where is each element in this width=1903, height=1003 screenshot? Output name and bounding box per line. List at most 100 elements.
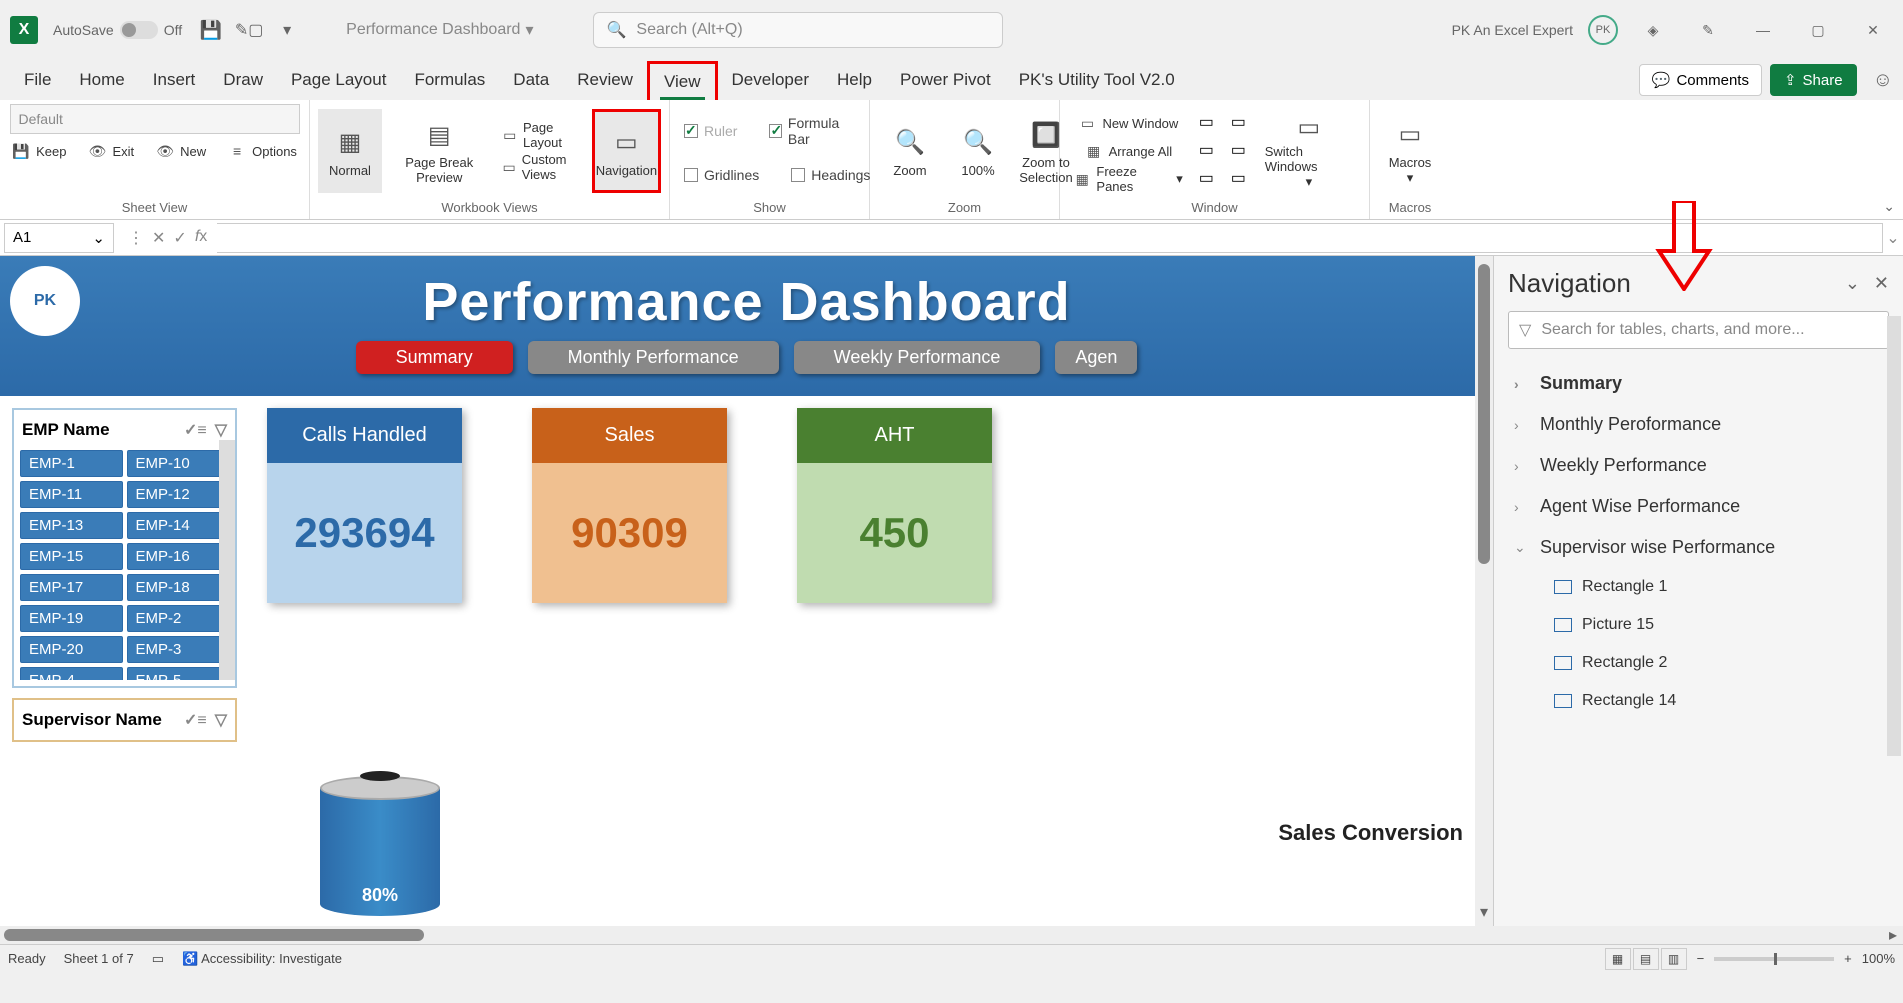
unhide-icon[interactable]: ▭ <box>1199 168 1221 190</box>
custom-views-button[interactable]: ▭Custom Views <box>496 154 587 180</box>
options-button[interactable]: ≡Options <box>222 138 303 164</box>
multi-select-icon[interactable]: ✓≡ <box>184 420 207 440</box>
horizontal-scrollbar[interactable]: ▸ <box>0 926 1903 944</box>
tab-view[interactable]: View <box>647 61 718 100</box>
save-icon[interactable]: 💾 <box>197 16 225 44</box>
zoom-in-icon[interactable]: + <box>1844 951 1852 966</box>
slicer-item[interactable]: EMP-1 <box>20 450 123 477</box>
status-record-icon[interactable]: ▭ <box>152 951 164 967</box>
enter-icon[interactable]: ✓ <box>173 228 186 248</box>
slicer-item[interactable]: EMP-4 <box>20 667 123 680</box>
ruler-checkbox[interactable]: Ruler <box>678 112 743 150</box>
page-layout-button[interactable]: ▭Page Layout <box>496 122 587 148</box>
share-button[interactable]: ⇪ Share <box>1770 64 1857 96</box>
nav-tree-item[interactable]: ›Monthly Peroformance <box>1508 404 1889 445</box>
normal-button[interactable]: ▦Normal <box>318 109 382 193</box>
slicer-item[interactable]: EMP-12 <box>127 481 230 508</box>
tab-data[interactable]: Data <box>499 62 563 98</box>
nav-search-input[interactable]: ▽ Search for tables, charts, and more... <box>1508 311 1889 349</box>
arrange-all-button[interactable]: ▦Arrange All <box>1068 138 1189 164</box>
nav-tree-item[interactable]: ⌄Supervisor wise Performance <box>1508 527 1889 568</box>
reset-pos-icon[interactable]: ▭ <box>1231 168 1253 190</box>
zoom-button[interactable]: 🔍Zoom <box>878 109 942 193</box>
fx-icon[interactable]: fx <box>195 228 207 248</box>
page-break-button[interactable]: ▤Page Break Preview <box>386 109 492 193</box>
qat-button[interactable]: ✎▢ <box>235 16 263 44</box>
zoom-level[interactable]: 100% <box>1862 951 1895 966</box>
slicer-item[interactable]: EMP-11 <box>20 481 123 508</box>
exit-button[interactable]: 👁Exit <box>82 138 140 164</box>
slicer-emp-name[interactable]: EMP Name ✓≡▽ EMP-1EMP-10EMP-11EMP-12EMP-… <box>12 408 237 688</box>
toggle-switch[interactable] <box>120 21 158 39</box>
tab-help[interactable]: Help <box>823 62 886 98</box>
slicer-item[interactable]: EMP-5 <box>127 667 230 680</box>
slicer-scrollbar[interactable] <box>219 440 235 680</box>
sheet-view-select[interactable] <box>10 104 300 134</box>
freeze-panes-button[interactable]: ▦Freeze Panes ▾ <box>1068 166 1189 192</box>
macros-button[interactable]: ▭Macros ▾ <box>1378 109 1442 193</box>
minimize-button[interactable]: — <box>1743 15 1783 45</box>
maximize-button[interactable]: ▢ <box>1798 15 1838 45</box>
tab-page-layout[interactable]: Page Layout <box>277 62 400 98</box>
headings-checkbox[interactable]: Headings <box>785 164 876 186</box>
gridlines-checkbox[interactable]: Gridlines <box>678 164 765 186</box>
new-button[interactable]: 👁New <box>150 138 212 164</box>
clear-filter-icon[interactable]: ▽ <box>215 420 227 440</box>
slicer-item[interactable]: EMP-16 <box>127 543 230 570</box>
zoom-slider[interactable] <box>1714 957 1834 961</box>
slicer-item[interactable]: EMP-19 <box>20 605 123 632</box>
slicer-item[interactable]: EMP-15 <box>20 543 123 570</box>
nav-pane-scrollbar[interactable] <box>1887 316 1901 756</box>
zoom-100-button[interactable]: 🔍100% <box>946 109 1010 193</box>
pen-icon[interactable]: ✎ <box>1688 15 1728 45</box>
view-side-icon[interactable]: ▭ <box>1231 112 1253 134</box>
nav-tree-item[interactable]: ›Summary <box>1508 363 1889 404</box>
slicer-supervisor[interactable]: Supervisor Name ✓≡▽ <box>12 698 237 742</box>
tab-review[interactable]: Review <box>563 62 647 98</box>
slicer-item[interactable]: EMP-20 <box>20 636 123 663</box>
formula-expand-icon[interactable]: ⌄ <box>1883 228 1903 248</box>
nav-tree-sub-item[interactable]: Rectangle 1 <box>1548 568 1889 606</box>
tab-home[interactable]: Home <box>65 62 138 98</box>
nav-tree-sub-item[interactable]: Rectangle 2 <box>1548 644 1889 682</box>
zoom-out-icon[interactable]: − <box>1697 951 1705 966</box>
keep-button[interactable]: 💾Keep <box>6 138 72 164</box>
nav-tree-item[interactable]: ›Weekly Performance <box>1508 445 1889 486</box>
nav-dropdown-icon[interactable]: ⌄ <box>1845 273 1860 294</box>
slicer-item[interactable]: EMP-3 <box>127 636 230 663</box>
split-icon[interactable]: ▭ <box>1199 112 1221 134</box>
slicer-item[interactable]: EMP-10 <box>127 450 230 477</box>
feedback-icon[interactable]: ☺ <box>1873 69 1893 92</box>
nav-tree-item[interactable]: ›Agent Wise Performance <box>1508 486 1889 527</box>
slicer-item[interactable]: EMP-14 <box>127 512 230 539</box>
nav-close-icon[interactable]: ✕ <box>1874 273 1889 294</box>
tab-insert[interactable]: Insert <box>139 62 210 98</box>
search-input[interactable]: 🔍 Search (Alt+Q) <box>593 12 1003 48</box>
formula-bar-checkbox[interactable]: Formula Bar <box>763 112 861 150</box>
name-box[interactable]: A1⌄ <box>4 223 114 253</box>
autosave-toggle[interactable]: AutoSave Off <box>53 21 182 39</box>
nav-tree-sub-item[interactable]: Picture 15 <box>1548 606 1889 644</box>
qat-dropdown-icon[interactable]: ▾ <box>273 16 301 44</box>
tab-utility[interactable]: PK's Utility Tool V2.0 <box>1005 62 1189 98</box>
multi-select-icon[interactable]: ✓≡ <box>184 710 207 730</box>
slicer-item[interactable]: EMP-18 <box>127 574 230 601</box>
navigation-button[interactable]: ▭Navigation <box>592 109 661 193</box>
new-window-button[interactable]: ▭New Window <box>1068 110 1189 136</box>
slicer-item[interactable]: EMP-17 <box>20 574 123 601</box>
tab-draw[interactable]: Draw <box>209 62 277 98</box>
normal-view-icon[interactable]: ▦ <box>1605 948 1631 970</box>
tab-file[interactable]: File <box>10 62 65 98</box>
tab-power-pivot[interactable]: Power Pivot <box>886 62 1005 98</box>
sync-scroll-icon[interactable]: ▭ <box>1231 140 1253 162</box>
slicer-item[interactable]: EMP-13 <box>20 512 123 539</box>
page-layout-view-icon[interactable]: ▤ <box>1633 948 1659 970</box>
clear-filter-icon[interactable]: ▽ <box>215 710 227 730</box>
tab-formulas[interactable]: Formulas <box>400 62 499 98</box>
page-break-view-icon[interactable]: ▥ <box>1661 948 1687 970</box>
vertical-scrollbar[interactable]: ▾ <box>1475 256 1493 926</box>
status-accessibility[interactable]: ♿ Accessibility: Investigate <box>182 951 342 967</box>
dash-tab-summary[interactable]: Summary <box>356 341 513 374</box>
ribbon-collapse-icon[interactable]: ⌄ <box>1883 198 1895 215</box>
tab-developer[interactable]: Developer <box>718 62 824 98</box>
